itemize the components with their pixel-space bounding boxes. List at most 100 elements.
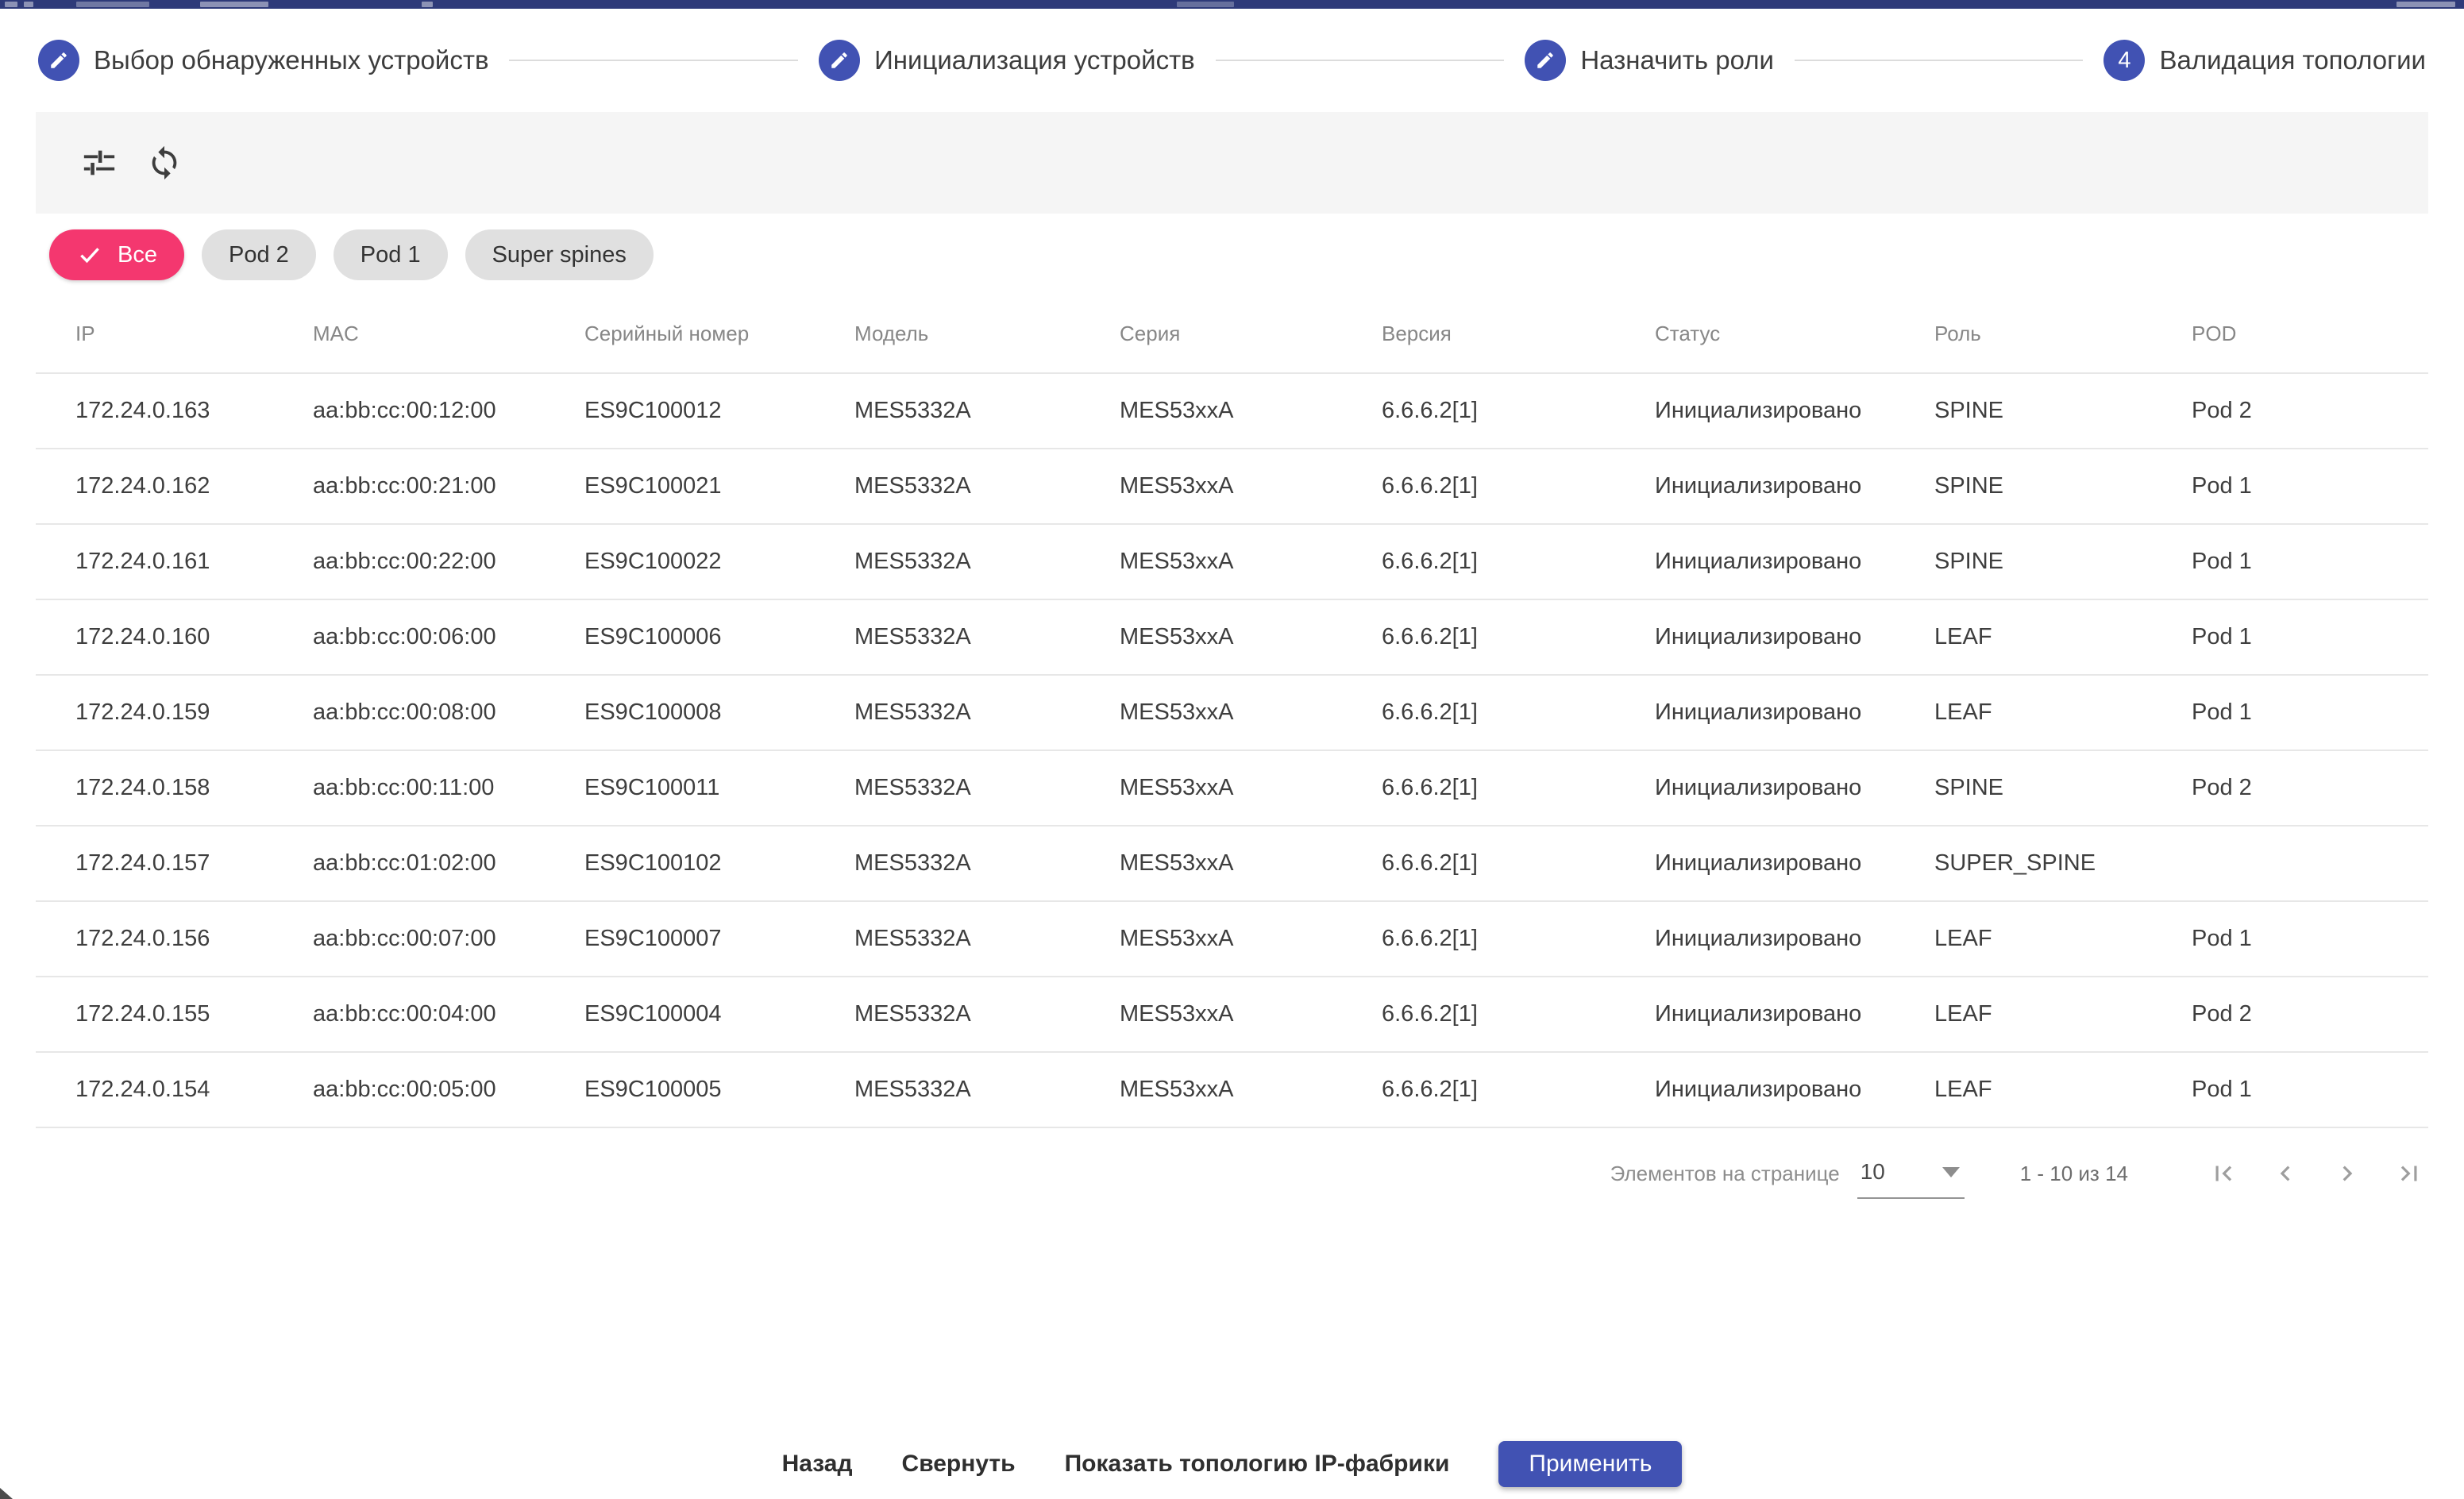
prev-page-button[interactable] xyxy=(2266,1154,2304,1193)
table-row[interactable]: 172.24.0.160 aa:bb:cc:00:06:00 ES9C10000… xyxy=(36,600,2428,676)
table-row[interactable]: 172.24.0.156 aa:bb:cc:00:07:00 ES9C10000… xyxy=(36,902,2428,977)
cell-mac: aa:bb:cc:00:08:00 xyxy=(313,699,584,726)
cell-status: Инициализировано xyxy=(1655,699,1934,726)
chip-pod-1[interactable]: Pod 1 xyxy=(334,229,448,280)
cell-serial: ES9C100007 xyxy=(584,926,854,952)
tune-filter-icon xyxy=(81,145,118,181)
back-button[interactable]: Назад xyxy=(782,1451,853,1478)
cell-model: MES5332A xyxy=(854,398,1120,424)
items-per-page-value: 10 xyxy=(1861,1159,1885,1185)
first-page-icon xyxy=(2208,1158,2238,1189)
cell-pod: Pod 1 xyxy=(2192,473,2428,499)
step-init-devices[interactable]: Инициализация устройств xyxy=(819,40,1195,81)
cell-pod: Pod 1 xyxy=(2192,699,2428,726)
chevron-down-icon xyxy=(1942,1167,1960,1177)
col-serial: Серийный номер xyxy=(584,322,854,346)
cell-mac: aa:bb:cc:00:04:00 xyxy=(313,1001,584,1027)
cell-mac: aa:bb:cc:00:07:00 xyxy=(313,926,584,952)
top-appbar-strip xyxy=(0,0,2464,9)
sync-refresh-icon xyxy=(146,145,183,181)
table-row[interactable]: 172.24.0.157 aa:bb:cc:01:02:00 ES9C10010… xyxy=(36,827,2428,902)
cell-version: 6.6.6.2[1] xyxy=(1382,926,1655,952)
devices-table: IP MAC Серийный номер Модель Серия Верси… xyxy=(36,295,2428,1128)
table-row[interactable]: 172.24.0.155 aa:bb:cc:00:04:00 ES9C10000… xyxy=(36,977,2428,1053)
edit-pencil-icon xyxy=(819,40,860,81)
step-label: Выбор обнаруженных устройств xyxy=(94,45,488,75)
cell-model: MES5332A xyxy=(854,473,1120,499)
chip-pod-2[interactable]: Pod 2 xyxy=(202,229,316,280)
next-page-button[interactable] xyxy=(2328,1154,2366,1193)
cell-series: MES53xxA xyxy=(1120,850,1382,877)
chevron-left-icon xyxy=(2270,1158,2300,1189)
cell-mac: aa:bb:cc:00:05:00 xyxy=(313,1077,584,1103)
items-per-page-select[interactable]: 10 xyxy=(1857,1159,1965,1199)
check-icon xyxy=(76,241,103,268)
col-series: Серия xyxy=(1120,322,1382,346)
cell-status: Инициализировано xyxy=(1655,549,1934,575)
cell-role: LEAF xyxy=(1934,699,2192,726)
cell-role: LEAF xyxy=(1934,1077,2192,1103)
stepper-connector xyxy=(1216,60,1505,61)
cell-role: LEAF xyxy=(1934,1001,2192,1027)
cell-role: SPINE xyxy=(1934,473,2192,499)
table-row[interactable]: 172.24.0.159 aa:bb:cc:00:08:00 ES9C10000… xyxy=(36,676,2428,751)
cell-ip: 172.24.0.155 xyxy=(75,1001,313,1027)
cell-series: MES53xxA xyxy=(1120,775,1382,801)
step-assign-roles[interactable]: Назначить роли xyxy=(1525,40,1774,81)
cell-role: LEAF xyxy=(1934,926,2192,952)
last-page-button[interactable] xyxy=(2390,1154,2428,1193)
cell-model: MES5332A xyxy=(854,699,1120,726)
items-per-page-label: Элементов на странице xyxy=(1610,1162,1840,1186)
cell-ip: 172.24.0.160 xyxy=(75,624,313,650)
chip-super-spines[interactable]: Super spines xyxy=(465,229,654,280)
cell-series: MES53xxA xyxy=(1120,398,1382,424)
table-row[interactable]: 172.24.0.161 aa:bb:cc:00:22:00 ES9C10002… xyxy=(36,525,2428,600)
tune-filter-button[interactable] xyxy=(74,137,125,188)
apply-button[interactable]: Применить xyxy=(1498,1441,1682,1487)
table-row[interactable]: 172.24.0.158 aa:bb:cc:00:11:00 ES9C10001… xyxy=(36,751,2428,827)
chip-label: Все xyxy=(118,242,157,268)
cell-model: MES5332A xyxy=(854,624,1120,650)
cell-model: MES5332A xyxy=(854,1001,1120,1027)
cell-serial: ES9C100011 xyxy=(584,775,854,801)
cell-version: 6.6.6.2[1] xyxy=(1382,473,1655,499)
last-page-icon xyxy=(2394,1158,2424,1189)
table-row[interactable]: 172.24.0.162 aa:bb:cc:00:21:00 ES9C10002… xyxy=(36,449,2428,525)
show-topology-button[interactable]: Показать топологию IP-фабрики xyxy=(1065,1451,1450,1478)
col-ip: IP xyxy=(75,322,313,346)
cell-ip: 172.24.0.163 xyxy=(75,398,313,424)
cell-serial: ES9C100008 xyxy=(584,699,854,726)
cell-role: LEAF xyxy=(1934,624,2192,650)
cell-mac: aa:bb:cc:01:02:00 xyxy=(313,850,584,877)
cell-status: Инициализировано xyxy=(1655,1077,1934,1103)
cell-pod: Pod 1 xyxy=(2192,926,2428,952)
col-mac: MAC xyxy=(313,322,584,346)
sync-refresh-button[interactable] xyxy=(139,137,190,188)
cell-role: SPINE xyxy=(1934,549,2192,575)
cell-pod: Pod 1 xyxy=(2192,624,2428,650)
cell-mac: aa:bb:cc:00:21:00 xyxy=(313,473,584,499)
step-select-devices[interactable]: Выбор обнаруженных устройств xyxy=(38,40,488,81)
table-row[interactable]: 172.24.0.163 aa:bb:cc:00:12:00 ES9C10001… xyxy=(36,374,2428,449)
step-validate-topology[interactable]: 4 Валидация топологии xyxy=(2103,40,2426,81)
cell-series: MES53xxA xyxy=(1120,699,1382,726)
cell-status: Инициализировано xyxy=(1655,926,1934,952)
cell-model: MES5332A xyxy=(854,926,1120,952)
cell-model: MES5332A xyxy=(854,549,1120,575)
wizard-actions: Назад Свернуть Показать топологию IP-фаб… xyxy=(0,1439,2464,1489)
step-number-badge: 4 xyxy=(2103,40,2145,81)
cell-ip: 172.24.0.157 xyxy=(75,850,313,877)
cell-role: SPINE xyxy=(1934,398,2192,424)
cell-serial: ES9C100022 xyxy=(584,549,854,575)
cell-status: Инициализировано xyxy=(1655,850,1934,877)
cell-version: 6.6.6.2[1] xyxy=(1382,624,1655,650)
cell-mac: aa:bb:cc:00:06:00 xyxy=(313,624,584,650)
col-status: Статус xyxy=(1655,322,1934,346)
stepper-connector xyxy=(509,60,798,61)
collapse-button[interactable]: Свернуть xyxy=(902,1451,1016,1478)
chip-label: Pod 1 xyxy=(361,242,421,268)
cell-series: MES53xxA xyxy=(1120,926,1382,952)
chip-all[interactable]: Все xyxy=(49,229,184,280)
table-row[interactable]: 172.24.0.154 aa:bb:cc:00:05:00 ES9C10000… xyxy=(36,1053,2428,1128)
first-page-button[interactable] xyxy=(2204,1154,2242,1193)
